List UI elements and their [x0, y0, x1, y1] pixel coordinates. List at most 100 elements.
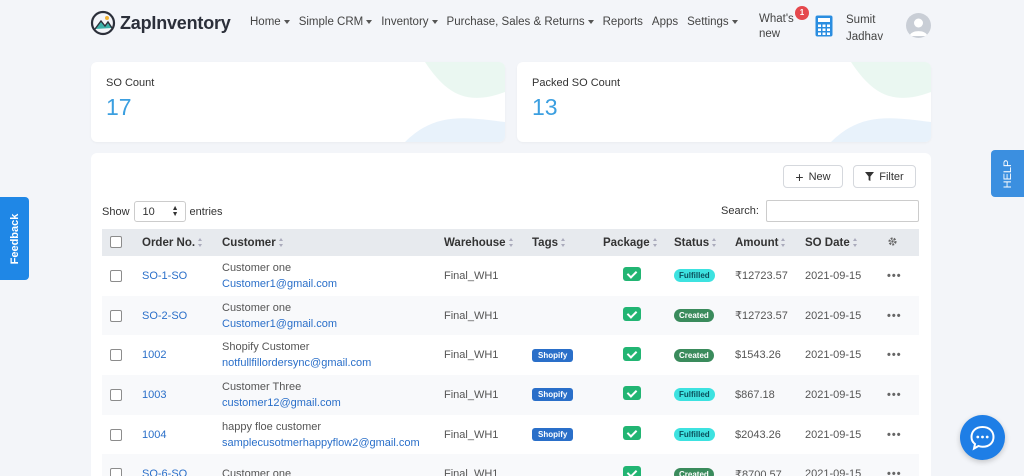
more-options-icon[interactable]: •••: [887, 349, 902, 361]
more-options-icon[interactable]: •••: [887, 310, 902, 322]
chat-button[interactable]: [960, 415, 1005, 460]
whats-new-badge: 1: [795, 6, 809, 20]
calculator-icon[interactable]: [815, 15, 833, 37]
package-check-icon[interactable]: [623, 426, 641, 441]
order-link[interactable]: 1002: [142, 349, 166, 361]
package-cell: [597, 415, 668, 455]
customer-email[interactable]: samplecusotmerhappyflow2@gmail.com: [222, 435, 438, 451]
user-name[interactable]: Sumit Jadhav: [846, 12, 883, 46]
col-order-no[interactable]: Order No.: [136, 229, 216, 256]
more-options-icon[interactable]: •••: [887, 468, 902, 476]
so-date-value: 2021-09-15: [805, 349, 862, 362]
table-row[interactable]: 1002 Shopify Customer notfullfillordersync…: [102, 335, 919, 375]
row-checkbox[interactable]: [110, 349, 122, 362]
col-amount-label: Amount: [735, 236, 779, 249]
table-row[interactable]: SO-2-SO Customer one Customer1@gmail.com Fi…: [102, 295, 919, 336]
customer-name: Customer one: [222, 261, 292, 274]
table-row[interactable]: 1004 happy floe customer samplecusotmerhap…: [102, 415, 919, 455]
order-link[interactable]: 1003: [142, 389, 166, 401]
row-checkbox[interactable]: [110, 388, 122, 401]
col-warehouse[interactable]: Warehouse: [438, 229, 526, 256]
nav-item-reports[interactable]: Reports: [603, 16, 643, 28]
col-customer[interactable]: Customer: [216, 229, 438, 256]
status-cell: Fulfilled: [668, 256, 729, 296]
order-no-cell: 1004: [136, 415, 216, 455]
tags-cell: [526, 256, 597, 296]
nav-item-apps[interactable]: Apps: [652, 16, 678, 28]
row-actions-cell: •••: [881, 256, 919, 296]
warehouse-value: Final_WH1: [444, 309, 499, 322]
row-select-cell: [102, 335, 136, 375]
col-package[interactable]: Package: [597, 229, 668, 256]
table-row[interactable]: 1003 Customer Three customer12@gmail.com Fi…: [102, 375, 919, 415]
customer-email[interactable]: notfullfillordersync@gmail.com: [222, 355, 438, 371]
row-checkbox[interactable]: [110, 428, 122, 441]
package-check-icon[interactable]: [623, 307, 641, 322]
amount-cell: ₹12723.57: [729, 256, 799, 296]
user-first-name: Sumit: [846, 14, 876, 26]
package-cell: [597, 375, 668, 415]
col-so-date-label: SO Date: [805, 236, 850, 249]
feedback-label: Feedback: [8, 213, 21, 264]
row-checkbox[interactable]: [110, 269, 122, 282]
row-checkbox[interactable]: [110, 468, 122, 476]
select-all-cell: [102, 229, 136, 256]
sort-icon: [712, 237, 717, 247]
customer-name: happy floe customer: [222, 420, 322, 433]
nav-item-simple-crm[interactable]: Simple CRM: [299, 16, 373, 28]
help-tab[interactable]: HELP: [991, 150, 1024, 197]
nav-item-label: Home: [250, 16, 281, 28]
package-check-icon[interactable]: [623, 465, 641, 476]
order-link[interactable]: SO-2-SO: [142, 310, 187, 322]
col-tags-label: Tags: [532, 236, 558, 249]
new-button[interactable]: + New: [783, 165, 843, 188]
so-date-value: 2021-09-15: [805, 269, 862, 282]
caret-down-icon: [431, 19, 438, 24]
feedback-tab[interactable]: Feedback: [0, 197, 29, 280]
packed-so-count-value: 13: [532, 94, 558, 120]
col-amount[interactable]: Amount: [729, 229, 799, 256]
whats-new-link[interactable]: What's new: [759, 12, 799, 42]
order-link[interactable]: SO-6-SO: [142, 468, 187, 476]
status-badge: Fulfilled: [674, 269, 715, 283]
amount-cell: ₹12723.57: [729, 296, 799, 336]
so-date-cell: 2021-09-15: [799, 415, 881, 455]
brand-logo[interactable]: ZapInventory: [90, 10, 231, 36]
avatar[interactable]: [906, 13, 931, 38]
customer-name: Shopify Customer: [222, 341, 310, 354]
package-check-icon[interactable]: [623, 346, 641, 361]
warehouse-cell: Final_WH1: [438, 375, 526, 415]
customer-cell: Customer one: [216, 454, 438, 476]
customer-email[interactable]: customer12@gmail.com: [222, 395, 438, 411]
packed-so-count-label: Packed SO Count: [532, 77, 621, 89]
col-status[interactable]: Status: [668, 229, 729, 256]
search-input[interactable]: [766, 200, 919, 222]
warehouse-cell: Final_WH1: [438, 415, 526, 455]
customer-email[interactable]: Customer1@gmail.com: [222, 316, 438, 332]
nav-item-settings[interactable]: Settings: [687, 16, 738, 28]
nav-item-purchase-sales-returns[interactable]: Purchase, Sales & Returns: [447, 16, 594, 28]
more-options-icon[interactable]: •••: [887, 429, 902, 441]
package-check-icon[interactable]: [623, 386, 641, 401]
col-so-date[interactable]: SO Date: [799, 229, 881, 256]
customer-email[interactable]: Customer1@gmail.com: [222, 276, 438, 292]
nav-item-inventory[interactable]: Inventory: [381, 16, 438, 28]
so-date-cell: 2021-09-15: [799, 335, 881, 375]
table-row[interactable]: SO-6-SO Customer one Final_WH1 Created ₹8700…: [102, 454, 919, 476]
nav-item-home[interactable]: Home: [250, 16, 290, 28]
package-check-icon[interactable]: [623, 267, 641, 282]
order-link[interactable]: SO-1-SO: [142, 270, 187, 282]
status-badge: Fulfilled: [674, 388, 715, 402]
more-options-icon[interactable]: •••: [887, 270, 902, 282]
filter-button[interactable]: Filter: [853, 165, 916, 188]
amount-value: $1543.26: [735, 349, 781, 362]
col-tags[interactable]: Tags: [526, 229, 597, 256]
row-checkbox[interactable]: [110, 309, 122, 322]
order-link[interactable]: 1004: [142, 429, 166, 441]
more-options-icon[interactable]: •••: [887, 389, 902, 401]
row-select-cell: [102, 375, 136, 415]
entries-select[interactable]: 10 ▲ ▼: [133, 201, 186, 222]
table-row[interactable]: SO-1-SO Customer one Customer1@gmail.com Fi…: [102, 256, 919, 296]
col-settings[interactable]: [881, 229, 919, 256]
select-all-checkbox[interactable]: [110, 236, 122, 249]
